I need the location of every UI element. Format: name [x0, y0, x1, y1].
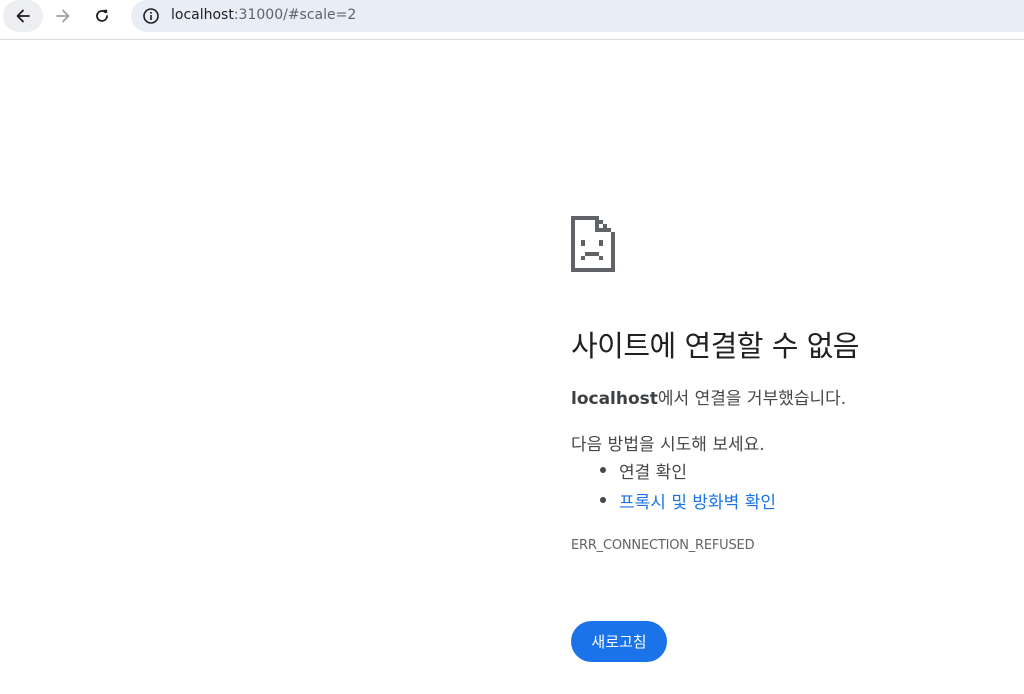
info-icon[interactable] [141, 6, 161, 26]
reload-icon [96, 9, 108, 22]
list-item: 프록시 및 방화벽 확인 [571, 488, 776, 518]
error-code: ERR_CONNECTION_REFUSED [571, 538, 755, 553]
list-item: 연결 확인 [571, 458, 776, 488]
error-detail-text: 에서 연결을 거부했습니다. [657, 389, 847, 409]
url-text[interactable]: localhost:31000/#scale=2 [171, 7, 356, 23]
back-arrow-icon [16, 9, 30, 23]
bullet-icon [600, 497, 606, 503]
suggestions-list: 연결 확인 프록시 및 방화벽 확인 [571, 458, 776, 518]
suggestion-proxy-firewall-link[interactable]: 프록시 및 방화벽 확인 [619, 493, 776, 513]
sad-document-icon [571, 216, 615, 272]
reload-button-toolbar[interactable] [82, 0, 122, 32]
suggestions-heading: 다음 방법을 시도해 보세요. [571, 435, 765, 455]
suggestion-check-connection: 연결 확인 [619, 463, 687, 483]
back-button[interactable] [3, 0, 43, 32]
bullet-icon [600, 467, 606, 473]
forward-button[interactable] [43, 0, 83, 32]
browser-toolbar: localhost:31000/#scale=2 [0, 0, 1024, 40]
address-bar[interactable]: localhost:31000/#scale=2 [131, 0, 1024, 32]
reload-button[interactable]: 새로고침 [571, 621, 667, 662]
url-path: :31000/#scale=2 [233, 7, 357, 23]
forward-arrow-icon [56, 9, 70, 23]
error-detail: localhost에서 연결을 거부했습니다. [571, 384, 846, 409]
page-title: 사이트에 연결할 수 없음 [571, 329, 859, 363]
url-host: localhost [171, 7, 234, 23]
error-host: localhost [571, 389, 658, 409]
